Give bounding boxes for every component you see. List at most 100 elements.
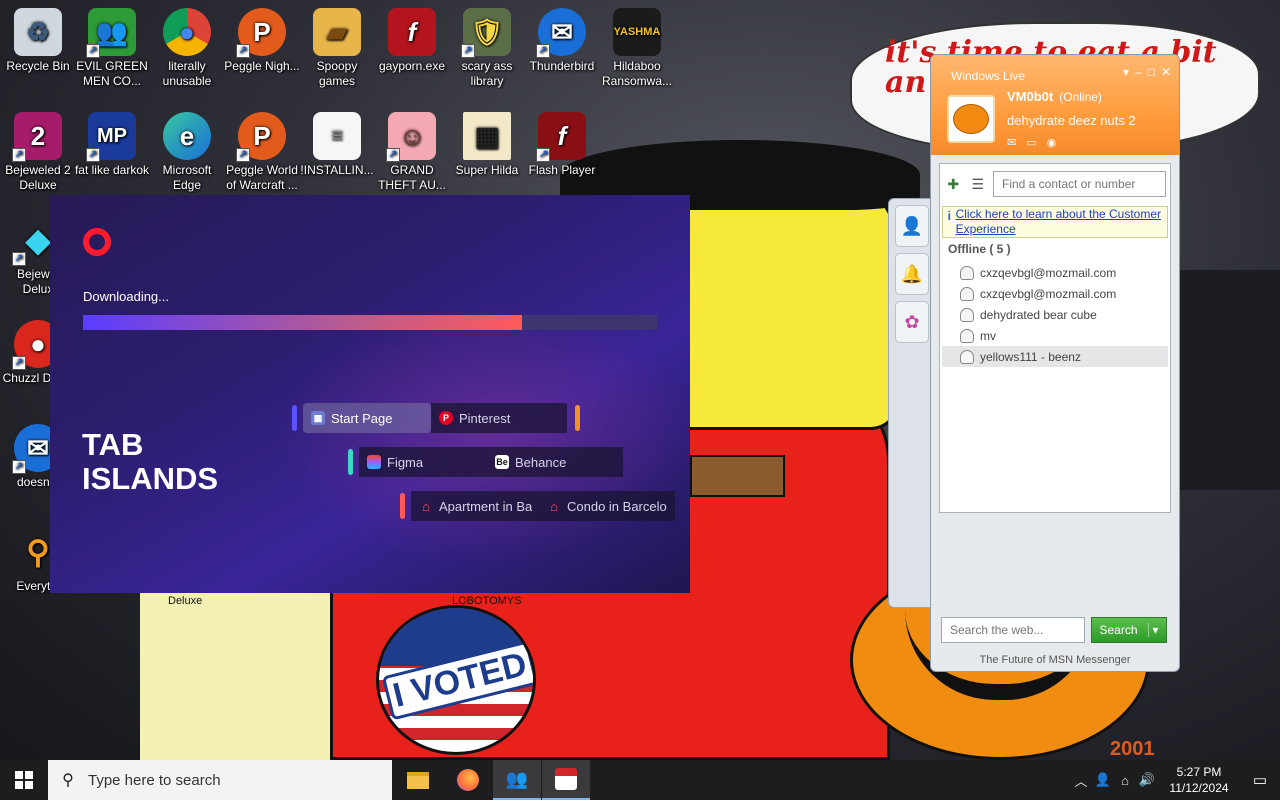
contact-item[interactable]: cxzqevbgl@mozmail.com [942, 283, 1168, 304]
taskbar-file-explorer[interactable] [394, 760, 442, 800]
peggle-icon: P ↗ [236, 112, 286, 162]
desktop-icon-bejeweled-2[interactable]: 2 ↗ Bejeweled 2 Deluxe [0, 112, 76, 193]
chrome-icon: ● [163, 8, 211, 56]
list-view-button[interactable]: ☰ [969, 171, 988, 197]
contact-search-input[interactable] [993, 171, 1166, 197]
online-status[interactable]: (Online) [1059, 90, 1102, 104]
wallpaper-label-deluxe: Deluxe [168, 595, 203, 607]
airbnb-icon: ⌂ [550, 498, 558, 514]
network-icon[interactable]: ⌂ [1114, 760, 1136, 800]
opera-logo-icon [83, 228, 111, 256]
taskbar-installer[interactable] [542, 760, 590, 800]
taskbar-messenger[interactable]: 👥 [493, 760, 541, 800]
desktop-icon-gayporn-exe[interactable]: f gayporn.exe [374, 8, 450, 74]
offline-person-icon [960, 328, 974, 343]
system-tray: ︿ 👤 ⌂ 🔊 5:27 PM 11/12/2024 ▭ [1070, 760, 1280, 800]
desktop-icon-hildaboo[interactable]: YASHMA Hildaboo Ransomwa... [599, 8, 675, 89]
i-voted-sticker: I VOTED [376, 605, 536, 755]
desktop-icon-spoopy-games[interactable]: ▰ Spoopy games [299, 8, 375, 89]
start-page-icon: ▦ [311, 411, 325, 425]
wallpaper-belt [690, 455, 785, 497]
customer-experience-link[interactable]: Click here to learn about the Customer E… [956, 207, 1167, 237]
group-offline[interactable]: Offline ( 5 ) [948, 242, 1011, 256]
promo-headline: TAB ISLANDS [82, 427, 219, 496]
window-controls: ▾ – □ ✕ [1123, 65, 1171, 79]
contact-item[interactable]: cxzqevbgl@mozmail.com [942, 262, 1168, 283]
contact-item[interactable]: dehydrated bear cube [942, 304, 1168, 325]
download-progress-fill [83, 315, 523, 330]
desktop-icon-thunderbird[interactable]: ✉ ↗ Thunderbird [524, 8, 600, 74]
clock[interactable]: 5:27 PM 11/12/2024 [1158, 764, 1240, 796]
edge-icon: e [163, 112, 211, 160]
desktop-icon-fat-like-darkok[interactable]: MP ↗ fat like darkok [74, 112, 150, 178]
tab-island-row-2: Figma Be Behance [348, 445, 623, 479]
desktop-icon-flash-player[interactable]: f ↗ Flash Player [524, 112, 600, 178]
messenger-tray-icon[interactable]: 👤 [1092, 760, 1114, 800]
desktop-icon-evil-green-men[interactable]: 👥 ↗ EVIL GREEN MEN CO... [74, 8, 150, 89]
contact-item[interactable]: mv [942, 325, 1168, 346]
offline-person-icon [960, 349, 974, 364]
desktop-icon-chrome[interactable]: ● literally unusable [149, 8, 225, 89]
start-button[interactable] [0, 760, 48, 800]
contacts-tab-icon[interactable]: 👤 [895, 205, 929, 247]
minimize-icon[interactable]: – [1135, 65, 1142, 79]
web-search-button[interactable]: Search ▾ [1091, 617, 1167, 643]
anime-girl-icon: ☺ ↗ [386, 112, 436, 162]
maximize-icon[interactable]: □ [1148, 65, 1155, 79]
close-icon[interactable]: ✕ [1161, 65, 1171, 79]
offline-person-icon [960, 307, 974, 322]
firefox-icon [457, 769, 479, 791]
desktop-icon-gta[interactable]: ☺ ↗ GRAND THEFT AU... [374, 112, 450, 193]
personal-message[interactable]: dehydrate deez nuts 2 [1007, 113, 1136, 128]
download-status: Downloading... [83, 289, 169, 304]
avatar[interactable] [947, 95, 995, 143]
notifications-icon[interactable]: ▭ [1240, 760, 1280, 800]
contact-toolbar: ✚ ☰ [944, 169, 1166, 199]
contact-item-selected[interactable]: yellows111 - beenz [942, 346, 1168, 367]
alerts-tab-icon[interactable]: 🔔 [895, 253, 929, 295]
desktop-icon-peggle-nights[interactable]: P ↗ Peggle Nigh... [224, 8, 300, 74]
messenger-title: Windows Live [951, 69, 1026, 83]
wallpaper-label-lobotomys: LOBOTOMYS [452, 595, 522, 607]
desktop-icon-scary-ass-library[interactable]: 🛡 ↗ scary ass library [449, 8, 525, 89]
wallpaper-label-2001: 2001 [1110, 738, 1155, 760]
windows-logo-icon [15, 771, 33, 789]
tab-start-page: ▦ Start Page [303, 403, 431, 433]
search-icon: ⚲ [62, 772, 74, 789]
desktop-icon-peggle-wow[interactable]: P ↗ Peggle World of Warcraft ... [224, 112, 300, 193]
airbnb-icon: ⌂ [422, 498, 430, 514]
desktop-icon-installing[interactable]: ≡ !INSTALLIN... [299, 112, 375, 178]
tab-island-row-1: ▦ Start Page P Pinterest [292, 401, 586, 435]
pumpkin-avatar-icon [953, 104, 989, 134]
messenger-footer: The Future of MSN Messenger [979, 654, 1131, 666]
messenger-window[interactable]: Windows Live ▾ – □ ✕ VM0b0t (Online) dehy… [930, 54, 1180, 672]
desktop-icon-recycle-bin[interactable]: ♻ Recycle Bin [0, 8, 76, 74]
mail-icon[interactable]: ✉ [1007, 136, 1016, 149]
desktop-icon-microsoft-edge[interactable]: e Microsoft Edge [149, 112, 225, 193]
tab-pinterest: P Pinterest [431, 403, 567, 433]
bejeweled-icon: 2 ↗ [12, 112, 62, 162]
taskbar-firefox[interactable] [444, 760, 492, 800]
search-dropdown-icon[interactable]: ▾ [1147, 623, 1159, 637]
tab-behance: Be Behance [487, 447, 623, 477]
show-hidden-icons-chevron-icon[interactable]: ︿ [1070, 760, 1092, 800]
offline-person-icon [960, 286, 974, 301]
figma-icon [367, 455, 381, 469]
msn-today-icon[interactable]: ◉ [1047, 136, 1057, 149]
gallery-tab-icon[interactable]: ✿ [895, 301, 929, 343]
web-search-input[interactable] [941, 617, 1085, 643]
tab-island-row-3: ⌂ Apartment in Ba ⌂ Condo in Barcelo [400, 489, 675, 523]
contact-list: cxzqevbgl@mozmail.com cxzqevbgl@mozmail.… [942, 262, 1168, 367]
opera-installer-window[interactable]: Downloading... TAB ISLANDS ▦ Start Page … [50, 195, 690, 593]
pinterest-icon: P [439, 411, 453, 425]
volume-icon[interactable]: 🔊 [1136, 760, 1158, 800]
desktop-icon-super-hilda[interactable]: ▦ Super Hilda [449, 112, 525, 178]
messenger-side-panel: 👤 🔔 ✿ [888, 198, 932, 608]
add-contact-button[interactable]: ✚ [944, 171, 963, 197]
spaces-icon[interactable]: ▭ [1026, 136, 1036, 149]
options-icon[interactable]: ▾ [1123, 65, 1129, 79]
display-name[interactable]: VM0b0t (Online) [1007, 89, 1102, 104]
flash-icon: f [388, 8, 436, 56]
taskbar-search[interactable]: ⚲ Type here to search [48, 760, 392, 800]
castle-silhouette [1180, 270, 1280, 490]
